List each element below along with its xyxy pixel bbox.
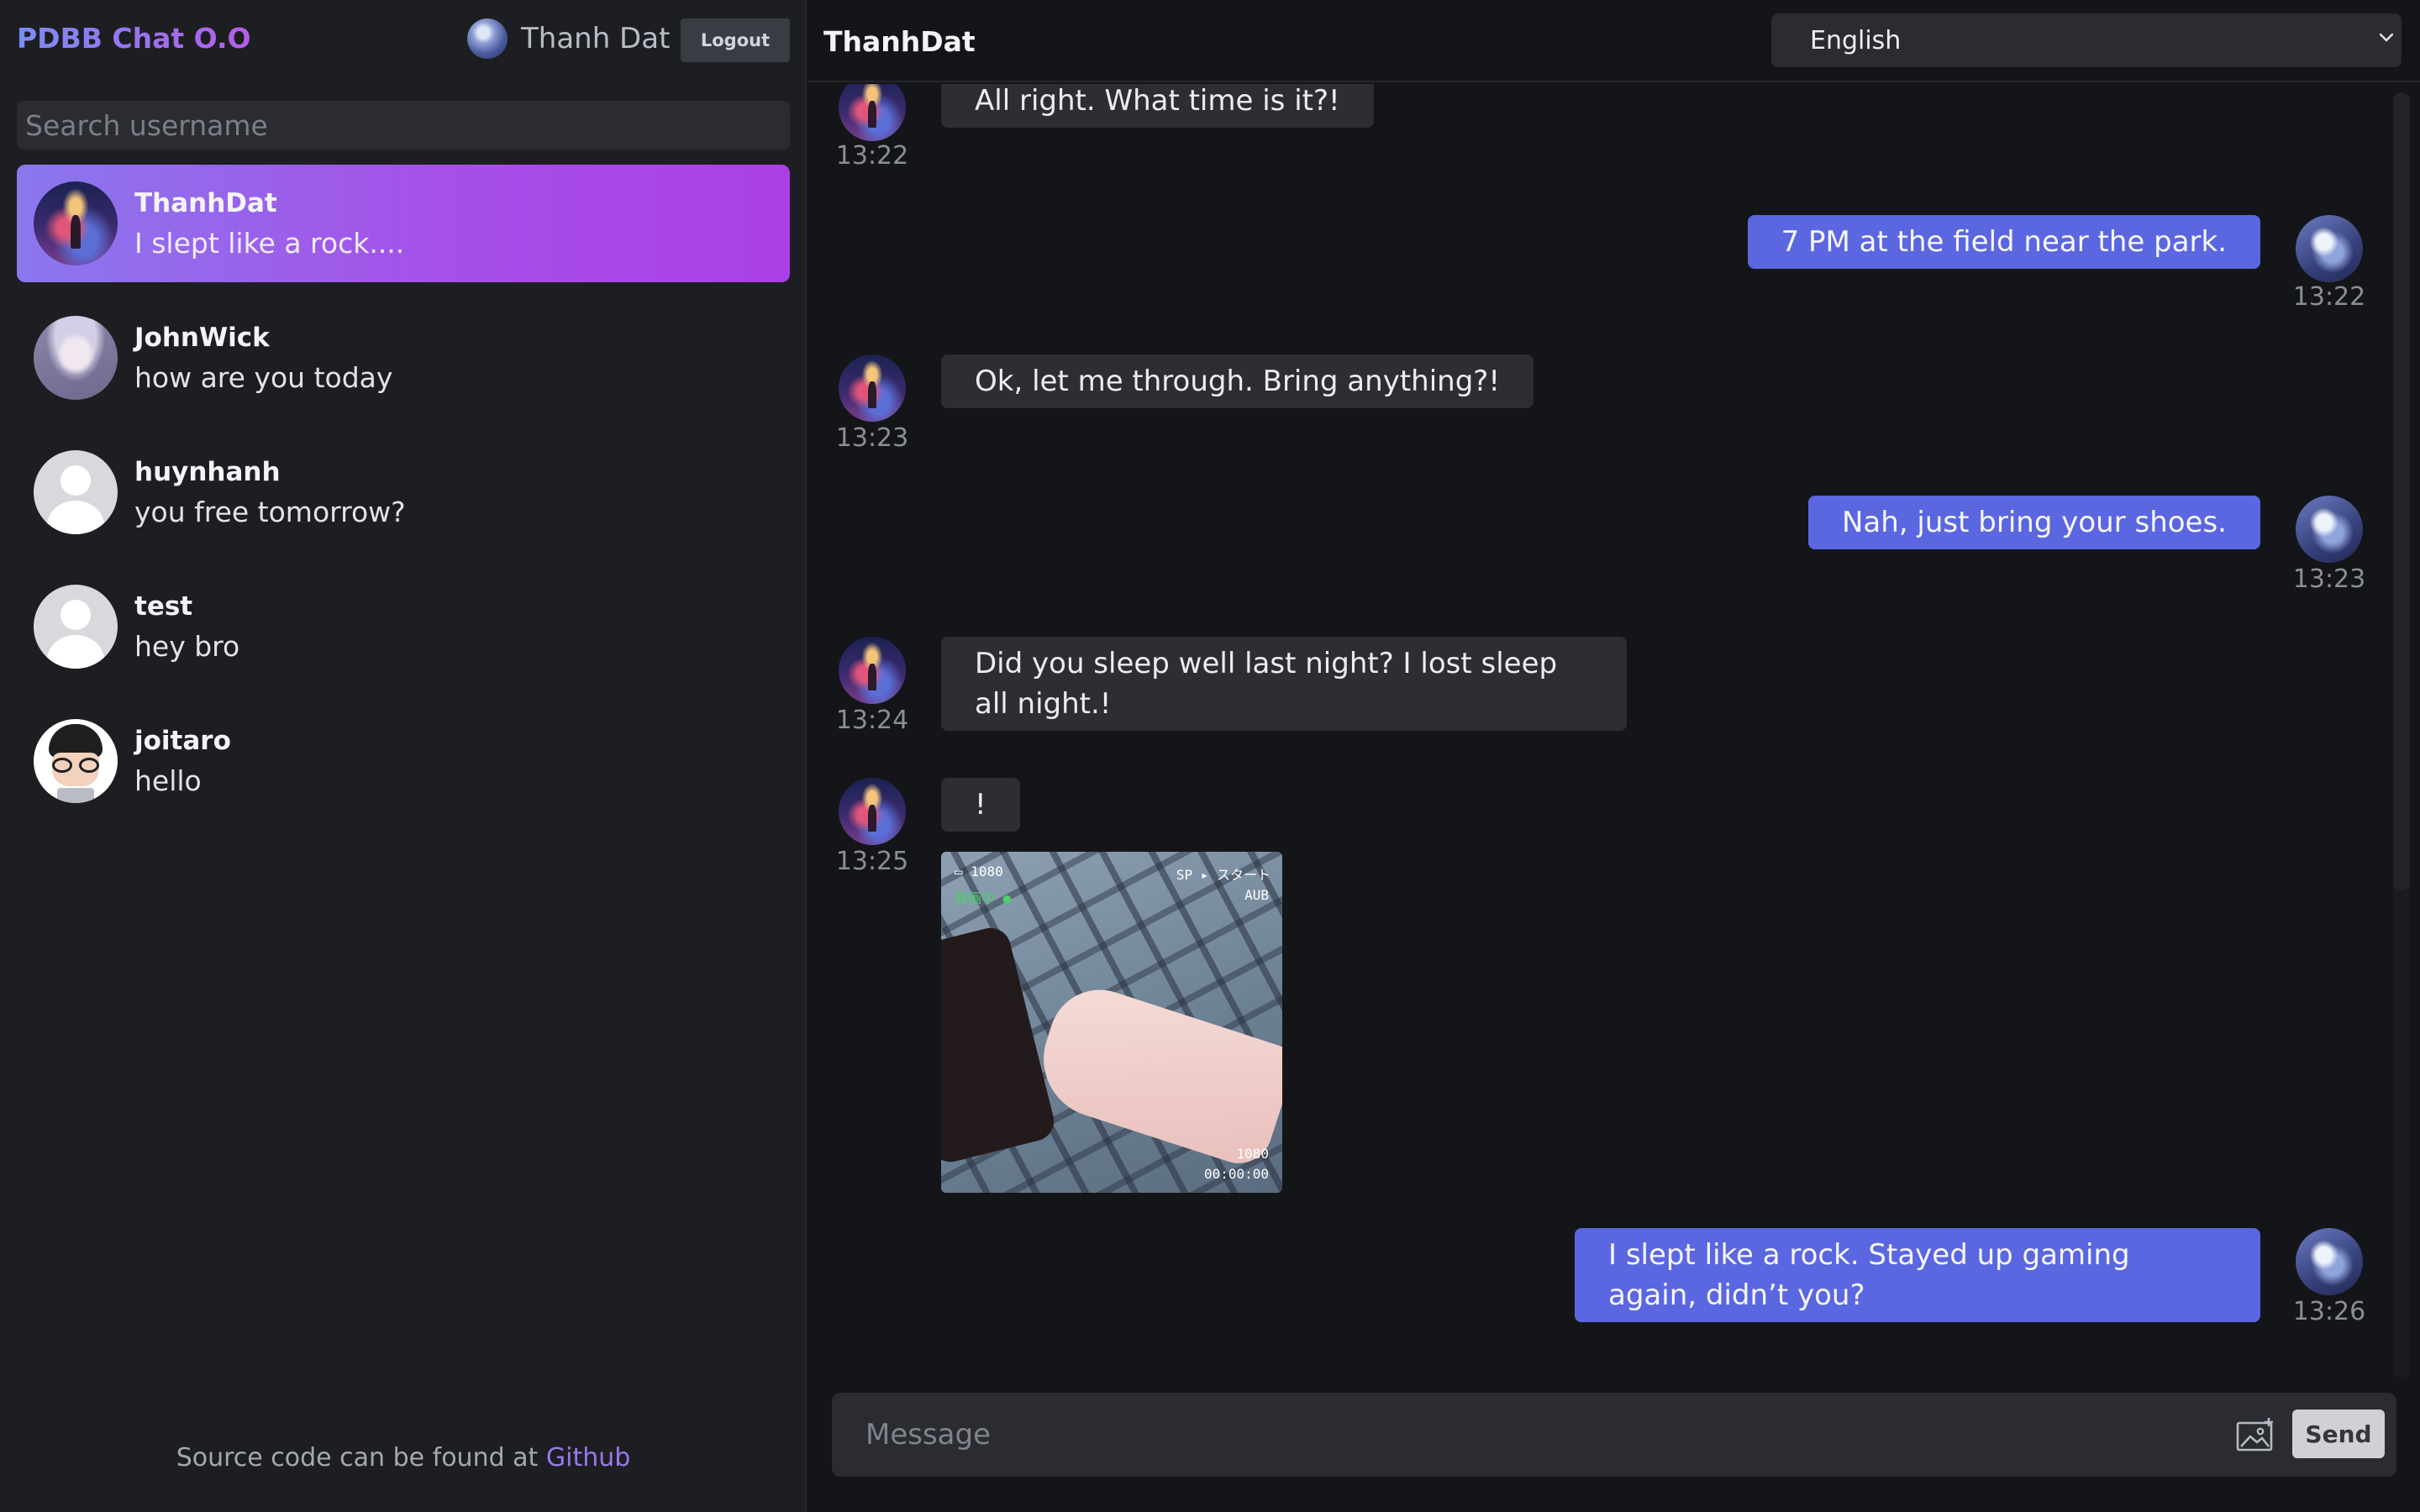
app-brand: PDBB Chat O.O [17, 22, 251, 55]
message-time: 13:24 [835, 706, 909, 735]
contact-name: test [134, 591, 193, 622]
my-avatar [2296, 496, 2363, 563]
message-time: 13:23 [835, 423, 909, 453]
sender-avatar [839, 84, 906, 141]
sender-avatar [839, 637, 906, 704]
contact-list: ThanhDat I slept like a rock.... JohnWic… [17, 165, 790, 837]
footer: Source code can be found at Github [0, 1443, 807, 1473]
sender-avatar [839, 778, 906, 845]
current-user-name: Thanh Dat [521, 22, 671, 55]
message-photo[interactable]: ▭ 1080 録画中 ● SP ▸ スタート AUB 1080 00:00:00 [941, 852, 1282, 1193]
current-user: Thanh Dat [467, 18, 670, 59]
anime-avatar [34, 316, 118, 400]
contact-name: joitaro [134, 725, 231, 756]
message-input[interactable] [865, 1410, 2126, 1460]
scrollbar[interactable] [2393, 92, 2410, 1378]
nerd-avatar [34, 719, 118, 803]
image-upload-icon[interactable] [2235, 1416, 2277, 1453]
photo-awb: AUB [1244, 887, 1269, 903]
message-time: 13:22 [2292, 282, 2366, 312]
search-input[interactable] [17, 101, 790, 150]
send-button[interactable]: Send [2292, 1410, 2385, 1458]
contact-item-joitaro[interactable]: joitaro hello [17, 702, 790, 820]
photo-rec: 録画中 ● [955, 890, 1012, 906]
message-bubble: Ok, let me through. Bring anything?! [941, 354, 1534, 408]
contact-preview: hey bro [134, 629, 240, 663]
my-avatar [2296, 215, 2363, 282]
chat-panel: ThanhDat English 13:22 All right. What t… [808, 0, 2420, 1512]
chevron-down-icon [2379, 33, 2394, 42]
my-avatar [2296, 1228, 2363, 1295]
github-link[interactable]: Github [546, 1443, 630, 1473]
default-avatar [34, 450, 118, 534]
message-bubble: All right. What time is it?! [941, 84, 1374, 128]
contact-name: huynhanh [134, 456, 281, 487]
message-bubble: Did you sleep well last night? I lost sl… [941, 637, 1627, 731]
sidebar: PDBB Chat O.O Thanh Dat Logout ThanhDat … [0, 0, 807, 1512]
photo-battery: ▭ 1080 [955, 864, 1003, 879]
contact-name: JohnWick [134, 322, 270, 353]
logout-button[interactable]: Logout [681, 18, 790, 62]
message-time: 13:26 [2292, 1297, 2366, 1326]
contact-preview: how are you today [134, 360, 393, 394]
message-list[interactable]: 13:22 All right. What time is it?! 7 PM … [808, 84, 2420, 1378]
message-composer: Send [832, 1393, 2396, 1477]
photo-phone [941, 923, 1059, 1167]
message-bubble: Nah, just bring your shoes. [1808, 496, 2260, 549]
sender-avatar [839, 354, 906, 422]
message-time: 13:23 [2292, 564, 2366, 594]
photo-mode: SP ▸ スタート [1176, 867, 1270, 883]
photo-timecode: 00:00:00 [1203, 1166, 1269, 1182]
contact-name: ThanhDat [134, 187, 277, 218]
contact-preview: you free tomorrow? [134, 495, 406, 528]
message-bubble: 7 PM at the field near the park. [1747, 215, 2260, 269]
contact-item-huynhanh[interactable]: huynhanh you free tomorrow? [17, 433, 790, 551]
photo-res: 1080 [1236, 1146, 1269, 1162]
message-time: 13:25 [835, 847, 909, 876]
contact-preview: hello [134, 764, 202, 797]
photo-hand [1028, 976, 1282, 1173]
message-bubble: I slept like a rock. Stayed up gaming ag… [1575, 1228, 2260, 1322]
message-bubble: ! [941, 778, 1020, 832]
chat-header: ThanhDat English [808, 0, 2420, 82]
scrollbar-thumb[interactable] [2393, 92, 2410, 890]
footer-text: Source code can be found at [176, 1443, 539, 1473]
galaxy-avatar [34, 181, 118, 265]
language-value: English [1810, 25, 1902, 55]
contact-item-test[interactable]: test hey bro [17, 568, 790, 685]
default-avatar [34, 585, 118, 669]
glasses-icon [52, 758, 99, 773]
language-select[interactable]: English [1771, 13, 2402, 67]
contact-item-thanhdat[interactable]: ThanhDat I slept like a rock.... [17, 165, 790, 282]
contact-item-johnwick[interactable]: JohnWick how are you today [17, 299, 790, 417]
chat-title: ThanhDat [823, 25, 976, 58]
message-time: 13:22 [835, 141, 909, 171]
contact-preview: I slept like a rock.... [134, 226, 405, 260]
user-avatar [467, 18, 508, 59]
